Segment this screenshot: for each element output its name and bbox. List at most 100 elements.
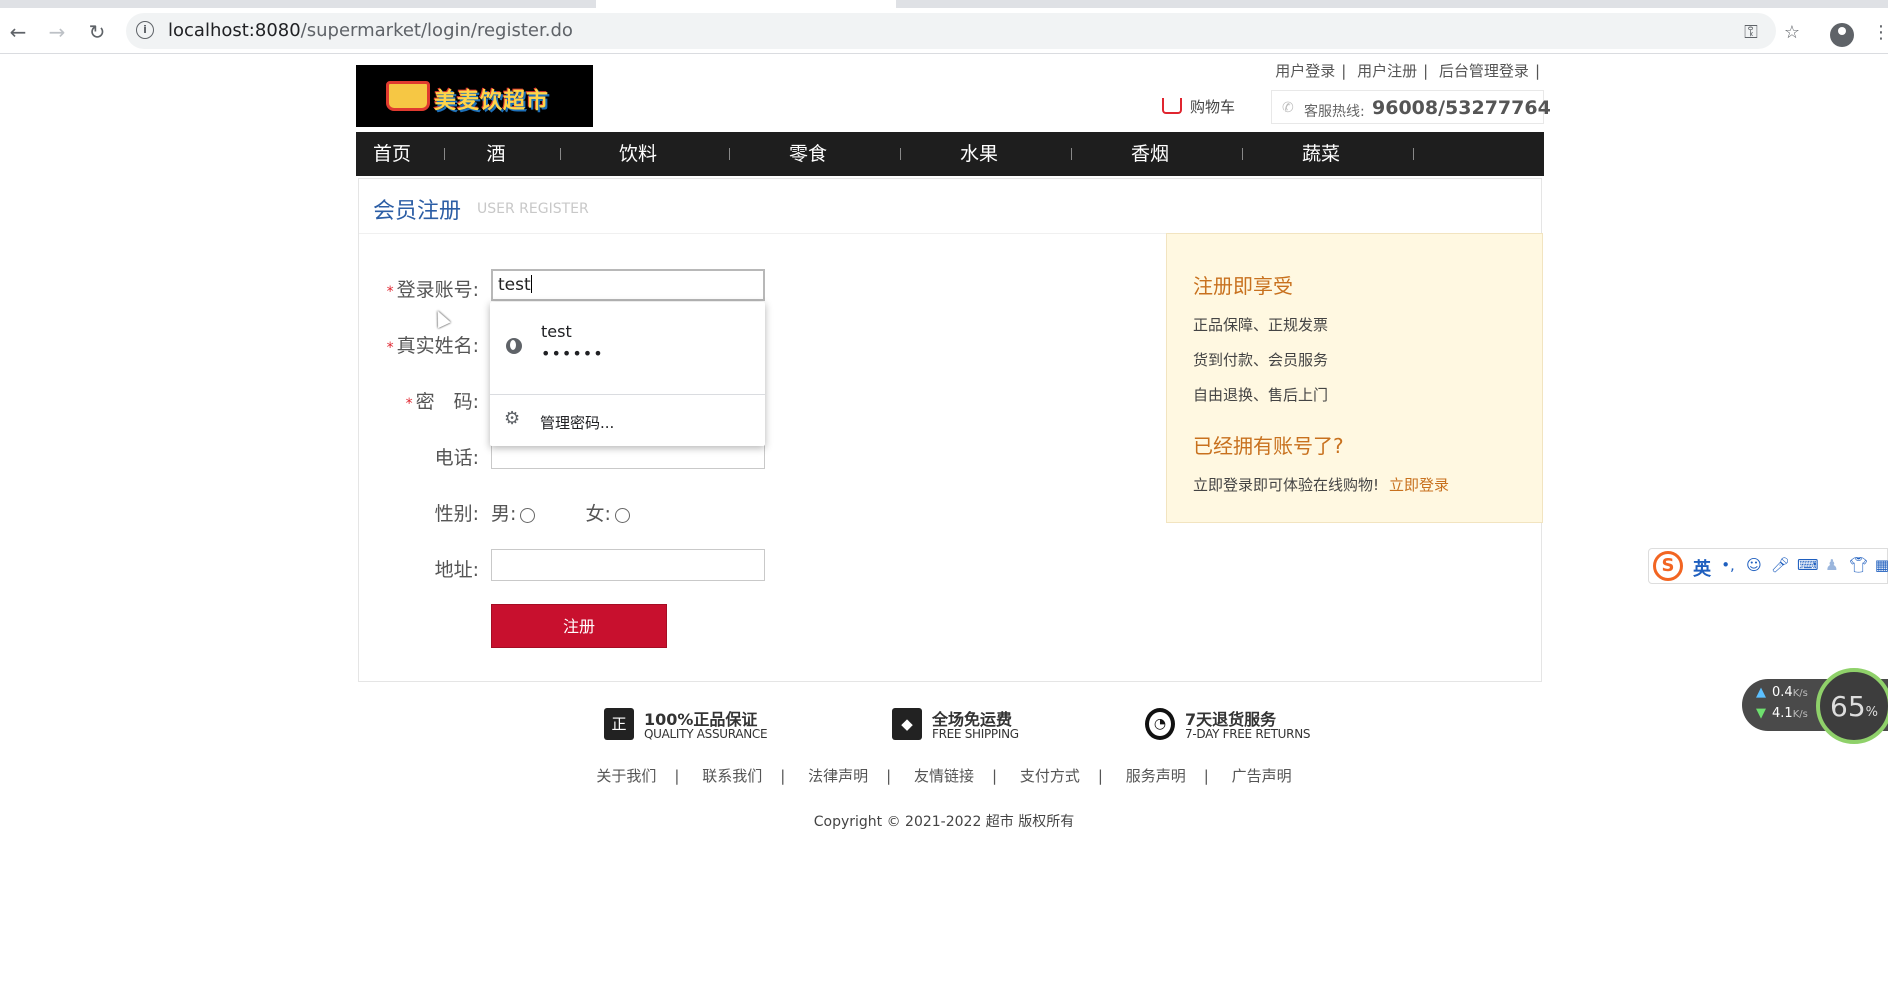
saved-password-mask[interactable]: •••••• (541, 344, 604, 363)
logo-cart-icon (386, 81, 430, 111)
reload-icon[interactable]: ↻ (85, 20, 109, 44)
bookmark-star-icon[interactable]: ☆ (1781, 22, 1803, 44)
gender-male-label: 男: (491, 503, 517, 525)
top-links: 用户登录 | 用户注册 | 后台管理登录 | (1273, 62, 1540, 80)
address-bar[interactable]: i localhost:8080/supermarket/login/regis… (126, 13, 1776, 49)
forward-icon[interactable]: → (45, 20, 69, 44)
footer-link-contact[interactable]: 联系我们 (702, 767, 762, 785)
profile-avatar-icon[interactable] (1830, 23, 1854, 47)
footer-link-ads[interactable]: 广告声明 (1232, 767, 1292, 785)
nav-divider (560, 148, 561, 160)
benefits-heading: 注册即享受 (1193, 274, 1293, 298)
password-autofill-popup: test •••••• ⚙ 管理密码... (490, 302, 765, 446)
user-login-link[interactable]: 用户登录 (1273, 62, 1337, 80)
address-row: 地址: (359, 551, 479, 585)
skin-icon[interactable]: 👕︎ (1849, 556, 1868, 574)
browser-toolbar: ← → ↻ i localhost:8080/supermarket/login… (0, 8, 1888, 54)
memory-usage-gauge[interactable]: 65% (1816, 668, 1888, 744)
benefits-panel: 注册即享受 正品保障、正规发票 货到付款、会员服务 自由退换、售后上门 已经拥有… (1166, 233, 1543, 523)
nav-item-cigarettes[interactable]: 香烟 (1100, 132, 1200, 176)
user-icon[interactable]: ♟ (1823, 556, 1841, 574)
hotline-label: 客服热线: (1304, 104, 1365, 120)
logo-text: 美麦饮超市 (434, 89, 550, 114)
login-now-link[interactable]: 立即登录 (1389, 476, 1449, 494)
key-icon[interactable]: ⚿ (1740, 22, 1762, 44)
phone-icon: ✆ (1282, 100, 1294, 116)
login-prompt: 立即登录即可体验在线购物! 立即登录 (1193, 476, 1450, 494)
realname-label: * 真实姓名: (386, 335, 479, 357)
footer-link-friends[interactable]: 友情链接 (914, 767, 974, 785)
site-info-icon[interactable]: i (136, 21, 154, 39)
page-title: 会员注册 (373, 199, 462, 224)
footer-links: 关于我们 | 联系我们 | 法律声明 | 友情链接 | 支付方式 | 服务声明 | 广告声明 (596, 767, 1292, 785)
gender-label: 性别: (434, 503, 479, 525)
nav-divider (1071, 148, 1072, 160)
globe-icon (506, 338, 522, 354)
tab-strip (0, 0, 1888, 8)
phone-row: 电话: (359, 439, 479, 473)
admin-login-link[interactable]: 后台管理登录 (1437, 62, 1531, 80)
clock-icon: ◔ (1145, 708, 1175, 740)
nav-item-vegetables[interactable]: 蔬菜 (1271, 132, 1371, 176)
cart-label: 购物车 (1190, 98, 1236, 116)
popup-divider (490, 394, 765, 395)
hotline-number: 96008/53277764 (1372, 97, 1551, 119)
gender-female-label: 女: (585, 503, 611, 525)
nav-divider (444, 148, 445, 160)
address-input[interactable] (491, 549, 765, 581)
site-logo[interactable]: 美麦饮超市 (356, 65, 593, 127)
footer-link-legal[interactable]: 法律声明 (808, 767, 868, 785)
account-input[interactable]: test (491, 269, 765, 301)
url-text: localhost:8080/supermarket/login/registe… (168, 20, 573, 41)
punctuation-icon[interactable]: •, (1719, 556, 1737, 574)
gear-icon: ⚙ (504, 408, 521, 429)
manage-passwords-item[interactable]: 管理密码... (540, 412, 614, 433)
main-nav: 首页 酒 饮料 零食 水果 香烟 蔬菜 (356, 132, 1544, 176)
keyboard-icon[interactable]: ⌨ (1797, 556, 1819, 574)
ime-toolbar: S 英 •, ☺ 🎤︎ ⌨ ♟ 👕︎ ▦ (1648, 548, 1888, 584)
gender-male-radio[interactable] (520, 508, 536, 523)
nav-divider (729, 148, 730, 160)
service-badges: 正 100%正品保证 QUALITY ASSURANCE ◆ 全场免运费 FRE… (604, 706, 1344, 746)
microphone-icon[interactable]: 🎤︎ (1771, 556, 1790, 574)
saved-username[interactable]: test (541, 322, 572, 341)
nav-divider (1242, 148, 1243, 160)
nav-item-drinks[interactable]: 饮料 (588, 132, 688, 176)
footer-link-about[interactable]: 关于我们 (596, 767, 656, 785)
footer-link-payment[interactable]: 支付方式 (1020, 767, 1080, 785)
ime-mode-toggle[interactable]: 英 (1693, 555, 1711, 581)
account-label: * 登录账号: (386, 279, 479, 301)
page-subtitle: USER REGISTER (477, 201, 589, 217)
nav-divider (900, 148, 901, 160)
password-label: * 密 码: (405, 391, 479, 413)
back-icon[interactable]: ← (6, 20, 30, 44)
download-arrow-icon: ▼ (1756, 706, 1766, 721)
nav-item-snacks[interactable]: 零食 (758, 132, 858, 176)
cart-icon (1162, 98, 1182, 114)
register-button[interactable]: 注册 (491, 604, 667, 648)
footer-link-service[interactable]: 服务声明 (1126, 767, 1186, 785)
gender-options: 男: 女: (491, 499, 630, 526)
cart-link[interactable]: 购物车 (1162, 96, 1235, 117)
nav-item-home[interactable]: 首页 (356, 132, 428, 176)
copyright: Copyright © 2021-2022 超市 版权所有 (813, 814, 1075, 830)
active-tab[interactable] (596, 0, 896, 8)
nav-item-fruit[interactable]: 水果 (929, 132, 1029, 176)
benefit-item: 货到付款、会员服务 (1193, 351, 1329, 369)
menu-dots-icon[interactable]: ⋮ (1870, 22, 1888, 44)
gender-female-radio[interactable] (614, 508, 630, 523)
user-register-link[interactable]: 用户注册 (1355, 62, 1419, 80)
upload-speed: ▲ 0.4K/s (1756, 685, 1808, 700)
address-label: 地址: (434, 559, 479, 581)
memory-percent: 65% (1830, 690, 1878, 723)
password-row: * 密 码: (359, 383, 479, 417)
upload-arrow-icon: ▲ (1756, 685, 1766, 700)
more-tools-icon[interactable]: ▦ (1873, 556, 1888, 574)
sogou-logo-icon[interactable]: S (1653, 551, 1683, 581)
gender-row: 性别: (359, 495, 479, 529)
phone-label: 电话: (434, 447, 479, 469)
realname-row: * 真实姓名: (359, 327, 479, 361)
download-speed: ▼ 4.1K/s (1756, 706, 1808, 721)
emoji-icon[interactable]: ☺ (1745, 556, 1763, 574)
nav-item-liquor[interactable]: 酒 (456, 132, 536, 176)
